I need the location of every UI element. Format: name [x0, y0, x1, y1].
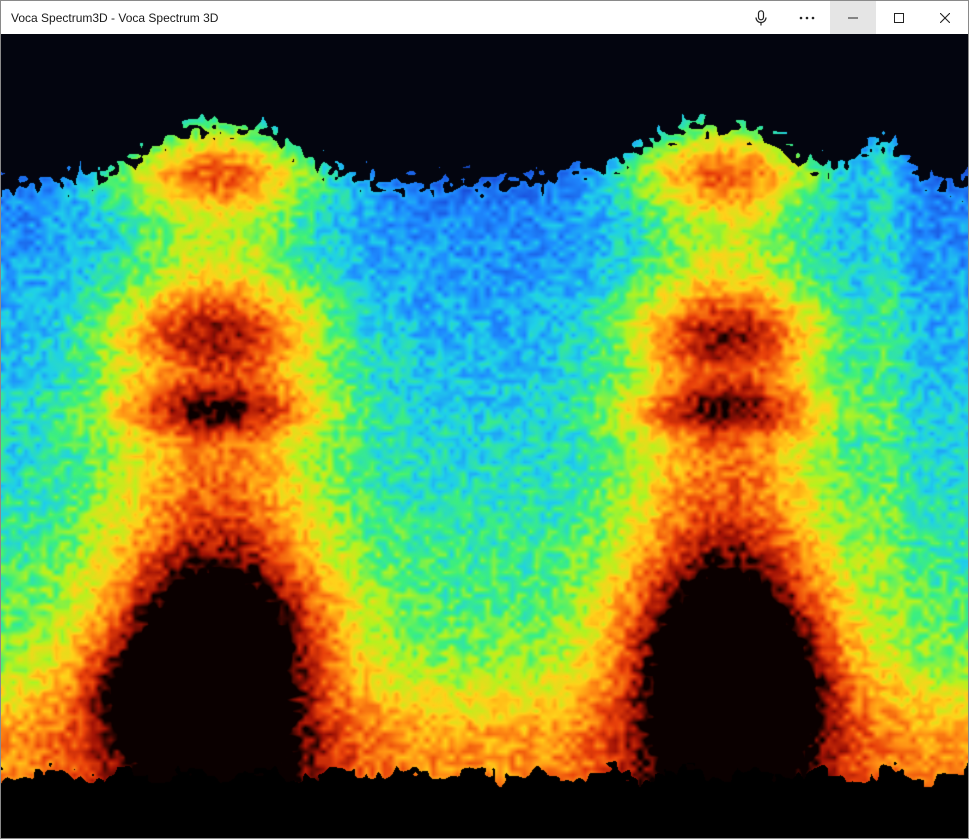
window-title: Voca Spectrum3D - Voca Spectrum 3D [11, 10, 219, 25]
minimize-icon [848, 17, 858, 18]
app-window: Voca Spectrum3D - Voca Spectrum 3D [0, 0, 969, 839]
minimize-button[interactable] [830, 1, 876, 34]
spectrum-canvas[interactable] [1, 34, 968, 838]
title-bar[interactable]: Voca Spectrum3D - Voca Spectrum 3D [1, 1, 968, 34]
close-button[interactable] [922, 1, 968, 34]
spectrum-3d-view[interactable] [1, 34, 968, 838]
maximize-icon [894, 12, 904, 23]
more-options-icon [799, 16, 815, 19]
close-icon [940, 12, 950, 23]
microphone-button[interactable] [738, 1, 784, 34]
more-options-button[interactable] [784, 1, 830, 34]
maximize-button[interactable] [876, 1, 922, 34]
microphone-icon [755, 9, 767, 25]
